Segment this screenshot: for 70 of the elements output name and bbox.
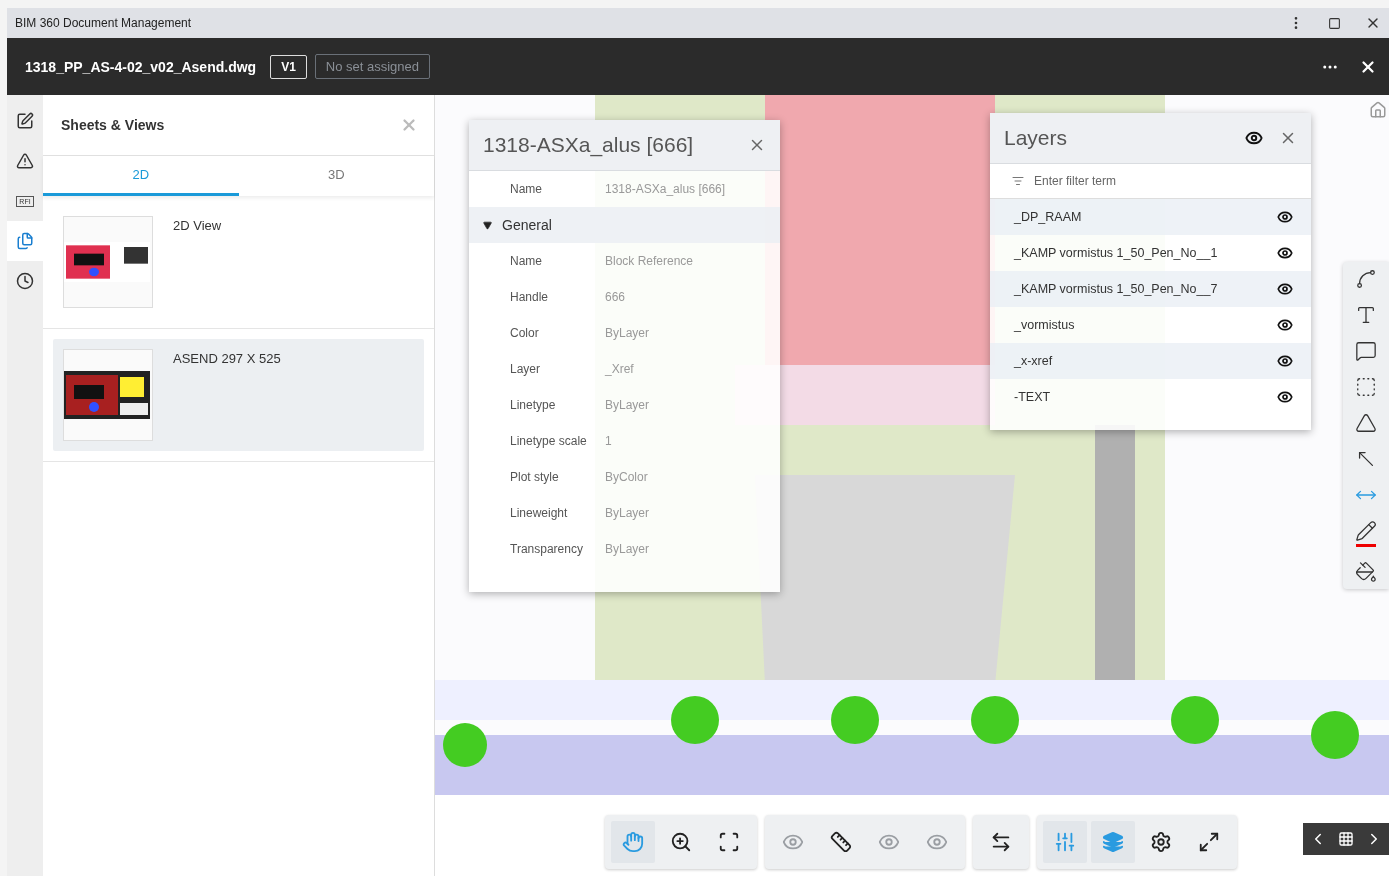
triangle-icon[interactable] [1355, 412, 1377, 434]
hand-icon [622, 831, 644, 853]
eye-icon[interactable] [1277, 281, 1293, 297]
panel-title: Sheets & Views [61, 117, 166, 133]
caret-icon [483, 220, 492, 230]
clock-icon [16, 272, 34, 290]
filter-icon [1012, 175, 1024, 187]
maximize-icon[interactable] [1328, 16, 1341, 30]
window-title: BIM 360 Document Management [15, 16, 193, 30]
eye-icon[interactable] [1277, 389, 1293, 405]
warning-icon [16, 152, 34, 170]
set-badge[interactable]: No set assigned [314, 54, 431, 79]
property-name: Name [509, 254, 543, 268]
arrows-icon [990, 831, 1012, 853]
property-value: ByColor [605, 470, 648, 484]
layer-name: _KAMP vormistus 1_50_Pen_No__7 [1014, 282, 1219, 296]
layer-name: _x-xref [1014, 354, 1054, 368]
eye-icon[interactable] [1245, 129, 1263, 147]
layer-name: _vormistus [1014, 318, 1076, 332]
property-value: 666 [605, 290, 626, 304]
property-name: Handle [509, 290, 550, 304]
eye-icon[interactable] [1277, 353, 1293, 369]
squiggle-icon[interactable] [1355, 268, 1377, 290]
properties-icon [1054, 831, 1076, 853]
version-badge[interactable]: V1 [270, 54, 307, 79]
settings-icon [1150, 831, 1172, 853]
property-value: ByLayer [605, 542, 650, 556]
callout-icon[interactable] [1355, 340, 1377, 362]
panel-title: Layers [1004, 126, 1069, 150]
ruler-icon [830, 831, 852, 853]
property-value: _Xref [605, 362, 634, 376]
panel-title: 1318-ASXa_alus [666] [483, 133, 695, 157]
property-name: Lineweight [509, 506, 569, 520]
property-name: Transparency [509, 542, 584, 556]
eye-icon[interactable] [1277, 317, 1293, 333]
property-name: Name [509, 182, 543, 196]
layer-name: -TEXT [1014, 390, 1052, 404]
paint-bucket-icon[interactable] [1355, 561, 1377, 583]
property-value: Block Reference [605, 254, 694, 268]
text-icon[interactable] [1355, 304, 1377, 326]
view-tab[interactable]: 3D [238, 156, 434, 196]
property-value: ByLayer [605, 506, 650, 520]
property-name: Color [509, 326, 540, 340]
filter-field[interactable]: Enter filter term [1032, 173, 1311, 189]
property-value: 1318-ASXa_alus [666] [605, 182, 726, 196]
property-value: ByLayer [605, 398, 650, 412]
grid-icon[interactable] [1338, 831, 1354, 847]
property-value: ByLayer [605, 326, 650, 340]
sheet-item[interactable]: ASEND 297 X 525 [53, 339, 424, 451]
property-name: Linetype [509, 398, 557, 412]
file-name: 1318_PP_AS-4-02_v02_Asend.dwg [25, 58, 257, 75]
pencil-icon[interactable] [1355, 520, 1377, 547]
expand-icon [1198, 831, 1220, 853]
documents-icon [16, 232, 34, 250]
property-name: Plot style [509, 470, 560, 484]
sheet-item[interactable]: 2D View [53, 206, 424, 318]
zoom-icon [670, 831, 692, 853]
eye-icon[interactable] [1277, 209, 1293, 225]
layer-name: _KAMP vormistus 1_50_Pen_No__1 [1014, 246, 1219, 260]
focus-icon [718, 831, 740, 853]
home-icon[interactable] [1369, 101, 1387, 119]
filter-bar[interactable]: Enter filter term [990, 164, 1311, 199]
pencil-square-icon [16, 112, 34, 130]
eye-icon[interactable] [1277, 245, 1293, 261]
property-value: 1 [605, 434, 612, 448]
property-name: Linetype scale [509, 434, 588, 448]
layers-icon [1102, 831, 1124, 853]
property-name: Layer [509, 362, 542, 376]
group-header[interactable]: General [469, 217, 552, 233]
layer-name: _DP_RAAM [1014, 210, 1083, 224]
